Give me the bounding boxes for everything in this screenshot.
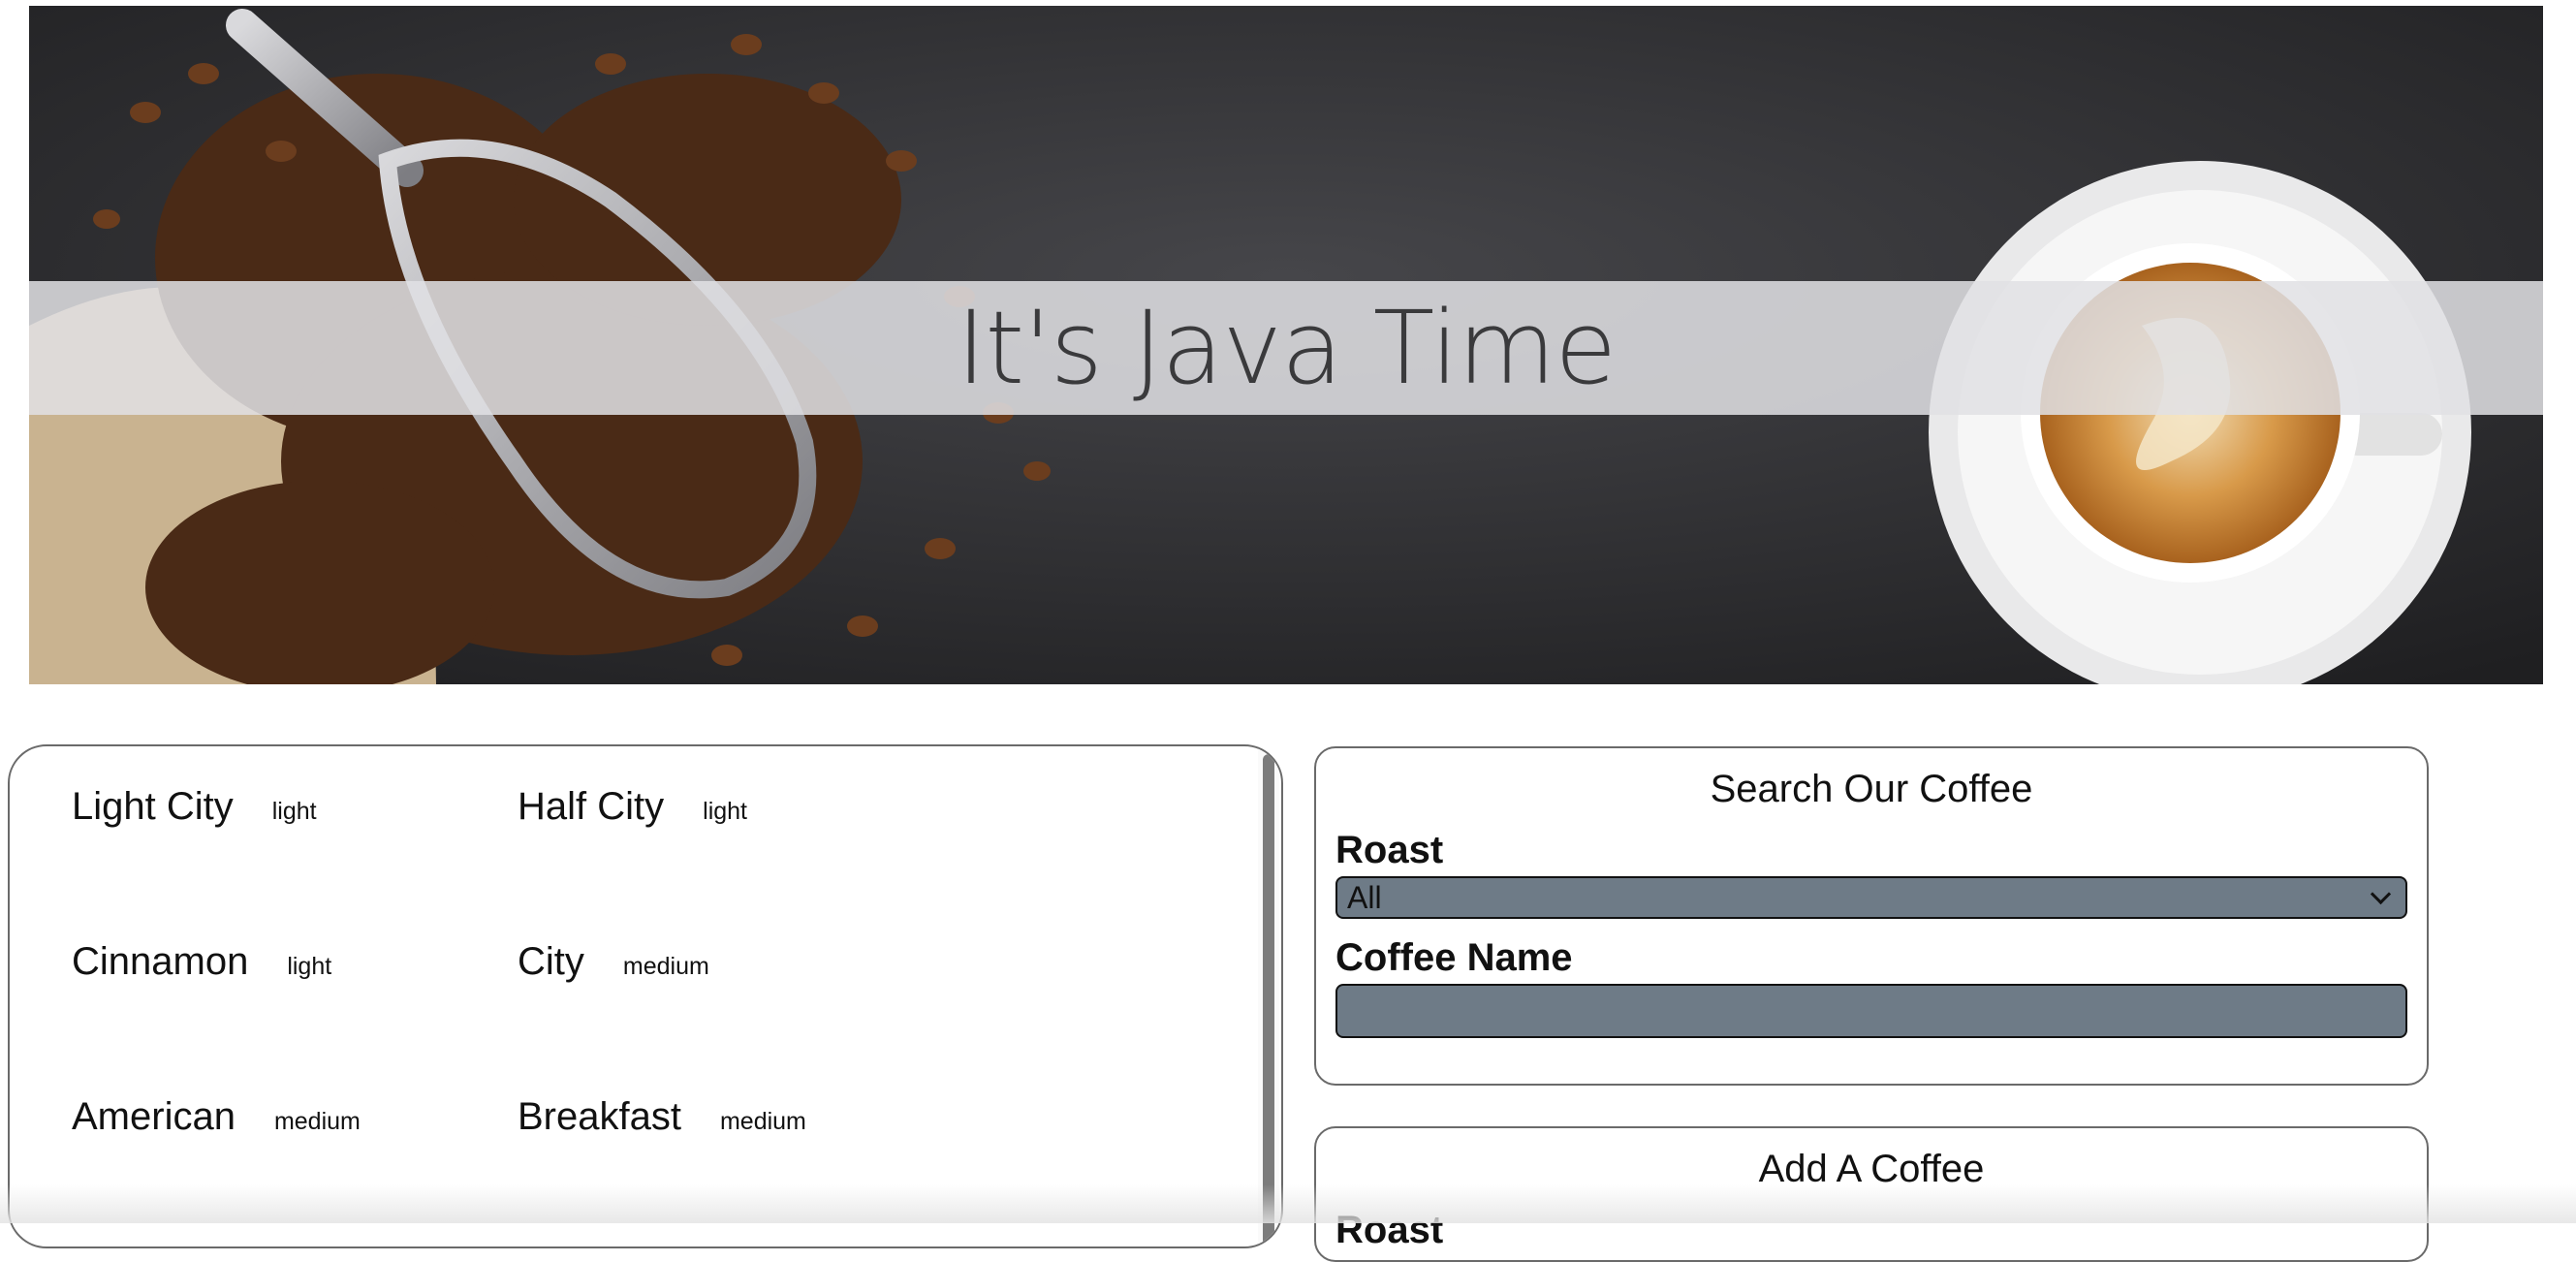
add-heading: Add A Coffee [1758, 1148, 1985, 1190]
coffee-item[interactable]: Breakfast medium [518, 1095, 963, 1246]
coffee-item[interactable]: Cinnamon light [72, 940, 518, 1095]
hero-banner: It's Java Time [29, 6, 2543, 684]
coffee-list: Light City light Half City light Cinnamo… [72, 785, 963, 1246]
add-coffee-form: Add A Coffee Roast [1314, 1126, 2429, 1262]
coffee-name: Half City [518, 785, 665, 828]
list-scrollbar[interactable] [1258, 746, 1279, 1246]
coffee-item[interactable]: City medium [518, 940, 963, 1095]
coffee-name: Cinnamon [72, 940, 249, 983]
add-roast-label: Roast [1335, 1209, 1444, 1251]
coffee-name: Light City [72, 785, 234, 828]
roast-select-value: All [1347, 879, 1382, 915]
coffee-list-panel: Light City light Half City light Cinnamo… [8, 744, 1283, 1248]
roast-select[interactable]: All [1335, 876, 2407, 919]
coffee-roast: medium [622, 953, 709, 980]
coffee-item[interactable]: Light City light [72, 785, 518, 940]
coffee-roast: light [287, 953, 332, 980]
coffee-item[interactable]: Half City light [518, 785, 963, 940]
title-strip: It's Java Time [29, 281, 2543, 415]
coffee-name: American [72, 1095, 236, 1138]
coffee-roast: light [703, 798, 748, 825]
coffee-roast: medium [719, 1108, 806, 1135]
search-heading: Search Our Coffee [1710, 768, 2033, 810]
coffee-name: Breakfast [518, 1095, 681, 1138]
search-form: Search Our Coffee Roast All Coffee Name [1314, 746, 2429, 1086]
page-title: It's Java Time [956, 289, 1618, 407]
roast-label: Roast [1335, 829, 1444, 871]
coffee-item[interactable]: American medium [72, 1095, 518, 1246]
coffee-name-input[interactable] [1335, 984, 2407, 1038]
coffee-name-label: Coffee Name [1335, 936, 1573, 979]
coffee-name: City [518, 940, 584, 983]
coffee-roast: medium [273, 1108, 361, 1135]
chevron-down-icon [2370, 883, 2392, 905]
scrollbar-thumb[interactable] [1263, 754, 1274, 1246]
coffee-roast: light [271, 798, 317, 825]
